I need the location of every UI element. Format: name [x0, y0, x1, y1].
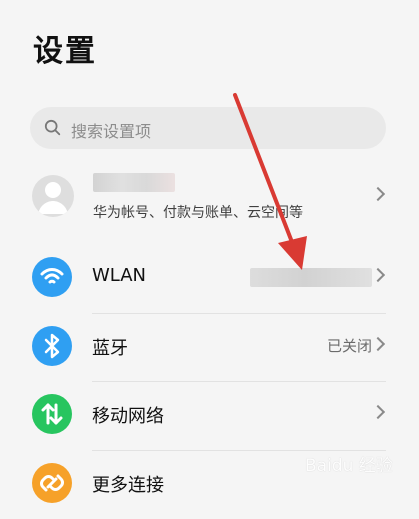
avatar	[32, 175, 74, 217]
page-title: 设置	[33, 34, 97, 69]
baidu-watermark: Baidu 经验	[305, 456, 393, 476]
settings-row-mobile-network[interactable]: 移动网络	[0, 382, 419, 450]
account-name-redacted	[93, 173, 175, 192]
wifi-icon	[32, 257, 72, 297]
search-placeholder: 搜索设置项	[71, 122, 152, 141]
settings-row-bluetooth[interactable]: 蓝牙 已关闭	[0, 314, 419, 382]
chevron-right-icon	[370, 336, 386, 352]
search-bar[interactable]: 搜索设置项	[30, 107, 386, 149]
mobile-network-icon	[32, 394, 72, 434]
row-label-more-connections: 更多连接	[92, 475, 164, 496]
row-label-bluetooth: 蓝牙	[92, 338, 128, 359]
account-row[interactable]: 华为帐号、付款与账单、云空间等	[0, 164, 419, 232]
chevron-right-icon	[370, 267, 386, 283]
chevron-right-icon	[370, 404, 386, 420]
wlan-network-name-redacted	[250, 268, 372, 287]
row-label-wlan: WLAN	[92, 265, 147, 286]
row-label-mobile-network: 移动网络	[92, 406, 164, 427]
bluetooth-status: 已关闭	[326, 337, 372, 355]
settings-row-wlan[interactable]: WLAN	[0, 245, 419, 313]
chevron-right-icon	[370, 186, 386, 202]
search-icon	[44, 119, 61, 136]
bluetooth-icon	[32, 326, 72, 366]
account-subtitle: 华为帐号、付款与账单、云空间等	[93, 205, 303, 221]
link-icon	[32, 463, 72, 503]
user-avatar-icon	[38, 182, 68, 214]
